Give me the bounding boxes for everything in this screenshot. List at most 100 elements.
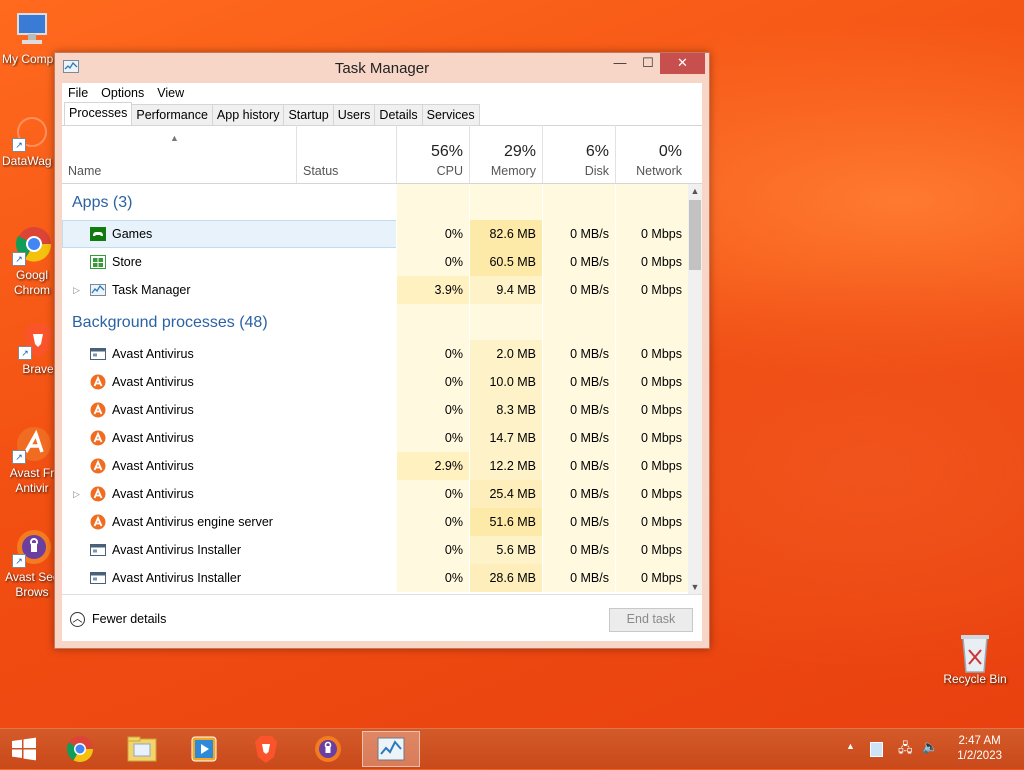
process-network-value: 0 Mbps	[615, 396, 688, 424]
tab-details[interactable]: Details	[374, 104, 423, 125]
column-header-network[interactable]: 0% Network	[615, 125, 688, 183]
games-icon	[90, 226, 106, 242]
column-header-cpu[interactable]: 56% CPU	[396, 125, 469, 183]
task-manager-icon	[377, 737, 405, 761]
column-header-status[interactable]: Status	[296, 125, 396, 183]
process-row[interactable]: ▷ Avast Antivirus 0% 25.4 MB 0 MB/s 0 Mbps	[62, 480, 688, 508]
taskbar-task-manager-button[interactable]	[362, 731, 420, 767]
process-name: Task Manager	[112, 283, 191, 297]
tab-startup[interactable]: Startup	[283, 104, 334, 125]
process-row[interactable]: Avast Antivirus 0% 14.7 MB 0 MB/s 0 Mbps	[62, 424, 688, 452]
close-button[interactable]: ✕	[660, 53, 705, 74]
process-row[interactable]: Avast Antivirus engine server 0% 51.6 MB 0 …	[62, 508, 688, 536]
brave-icon	[255, 736, 277, 763]
heat-cell-disk	[542, 304, 615, 340]
recycle-bin-icon	[955, 630, 995, 673]
desktop-icon-label: My Comp	[2, 52, 54, 66]
desktop-icon-recycle-bin[interactable]: Recycle Bin	[940, 630, 1010, 687]
scroll-down-arrow-icon[interactable]: ▼	[688, 580, 702, 594]
process-list[interactable]: Apps (3) Games 0% 82.6 MB 0 MB/s 0 Mbps Store 0…	[62, 184, 702, 594]
desktop-icon-chrome[interactable]: ↗ Googl Chrom	[2, 226, 62, 298]
process-row[interactable]: Avast Antivirus 0% 2.0 MB 0 MB/s 0 Mbps	[62, 340, 688, 368]
window-client-area: File Options View Processes Performance …	[62, 83, 702, 641]
tab-processes[interactable]: Processes	[64, 102, 133, 125]
menu-file[interactable]: File	[68, 86, 88, 100]
store-icon	[90, 254, 106, 270]
process-name: Avast Antivirus	[112, 431, 194, 445]
process-name: Games	[112, 227, 153, 241]
column-header-row: ▲ Name Status 56% CPU 29% Memory 6% Disk…	[62, 125, 702, 184]
process-disk-value: 0 MB/s	[542, 220, 615, 248]
process-disk-value: 0 MB/s	[542, 368, 615, 396]
desktop-icon-avast-browser[interactable]: ↗ Avast Sec Brows	[2, 528, 62, 600]
taskbar-chrome-button[interactable]	[58, 731, 102, 767]
process-name: Avast Antivirus	[112, 375, 194, 389]
process-name: Store	[112, 255, 142, 269]
tab-services[interactable]: Services	[421, 104, 480, 125]
taskbar-file-explorer-button[interactable]	[120, 731, 164, 767]
process-row[interactable]: Avast Antivirus 0% 10.0 MB 0 MB/s 0 Mbps	[62, 368, 688, 396]
process-row[interactable]: ▷ Task Manager 3.9% 9.4 MB 0 MB/s 0 Mbps	[62, 276, 688, 304]
column-header-disk[interactable]: 6% Disk	[542, 125, 615, 183]
end-task-button[interactable]: End task	[609, 608, 693, 632]
taskbar-clock[interactable]: 2:47 AM 1/2/2023	[957, 734, 1002, 764]
process-row[interactable]: Avast Antivirus Installer 0% 5.6 MB 0 MB/s 0…	[62, 536, 688, 564]
process-row[interactable]: Avast Antivirus Installer 0% 28.6 MB 0 MB/s…	[62, 564, 688, 592]
memory-total: 29%	[503, 143, 536, 160]
process-network-value: 0 Mbps	[615, 276, 688, 304]
menu-options[interactable]: Options	[101, 86, 144, 100]
fewer-details-button[interactable]: ︿ Fewer details	[70, 612, 166, 628]
tab-performance[interactable]: Performance	[131, 104, 213, 125]
column-header-memory[interactable]: 29% Memory	[469, 125, 542, 183]
taskbar-avast-browser-button[interactable]	[306, 731, 350, 767]
show-hidden-icons-icon[interactable]: ▲	[846, 741, 855, 751]
process-disk-value: 0 MB/s	[542, 276, 615, 304]
process-row[interactable]: Store 0% 60.5 MB 0 MB/s 0 Mbps	[62, 248, 688, 276]
process-network-value: 0 Mbps	[615, 452, 688, 480]
desktop-icon-my-computer[interactable]: My Comp	[2, 10, 62, 67]
taskbar-brave-button[interactable]	[244, 731, 288, 767]
process-network-value: 0 Mbps	[615, 220, 688, 248]
heat-cell-disk	[542, 184, 615, 220]
process-row[interactable]: Avast Antivirus 2.9% 12.2 MB 0 MB/s 0 Mbps	[62, 452, 688, 480]
scroll-up-arrow-icon[interactable]: ▲	[688, 184, 702, 198]
clock-time: 2:47 AM	[958, 735, 1001, 747]
expand-arrow-icon[interactable]: ▷	[73, 480, 80, 508]
process-cpu-value: 3.9%	[396, 276, 469, 304]
tab-app-history[interactable]: App history	[211, 104, 285, 125]
minimize-button[interactable]: —	[607, 53, 633, 74]
heat-cell-cpu	[396, 304, 469, 340]
datawag-icon: ↗	[12, 112, 52, 152]
scrollbar-thumb[interactable]	[689, 200, 701, 270]
taskbar: ▲ 🖧 🔈 2:47 AM 1/2/2023	[0, 728, 1024, 769]
expand-arrow-icon[interactable]: ▷	[73, 276, 80, 304]
avast-icon	[90, 514, 106, 530]
desktop-icon-label: Recycle Bin	[943, 672, 1007, 686]
taskbar-media-player-button[interactable]	[182, 731, 226, 767]
heat-cell-memory	[469, 304, 542, 340]
process-row[interactable]: Avast Antivirus 0% 8.3 MB 0 MB/s 0 Mbps	[62, 396, 688, 424]
avast-icon	[90, 402, 106, 418]
task-manager-window[interactable]: Task Manager — ☐ ✕ File Options View Pro…	[54, 52, 710, 649]
vertical-scrollbar[interactable]: ▲ ▼	[688, 184, 702, 594]
process-row[interactable]: Games 0% 82.6 MB 0 MB/s 0 Mbps	[62, 220, 688, 248]
action-center-icon[interactable]	[870, 742, 883, 757]
desktop-icon-avast[interactable]: ↗ Avast Fr Antivir	[2, 424, 62, 496]
chevron-up-circle-icon: ︿	[70, 612, 85, 628]
process-name: Avast Antivirus Installer	[112, 543, 241, 557]
network-icon[interactable]: 🖧	[898, 739, 913, 761]
column-header-name[interactable]: ▲ Name	[62, 125, 296, 183]
desktop-icon-label: Avast Sec Brows	[5, 570, 59, 599]
shortcut-arrow-icon: ↗	[18, 346, 32, 360]
tab-users[interactable]: Users	[332, 104, 376, 125]
heat-cell-network	[615, 184, 688, 220]
desktop-icon-datawag[interactable]: ↗ DataWag	[2, 112, 62, 169]
volume-icon[interactable]: 🔈	[922, 739, 938, 755]
footer-bar: ︿ Fewer details End task	[62, 594, 702, 642]
menu-view[interactable]: View	[157, 86, 184, 100]
computer-icon	[12, 10, 52, 50]
process-network-value: 0 Mbps	[615, 480, 688, 508]
maximize-button[interactable]: ☐	[635, 53, 661, 74]
start-button[interactable]	[2, 731, 46, 767]
title-bar[interactable]: Task Manager — ☐ ✕	[55, 53, 709, 81]
